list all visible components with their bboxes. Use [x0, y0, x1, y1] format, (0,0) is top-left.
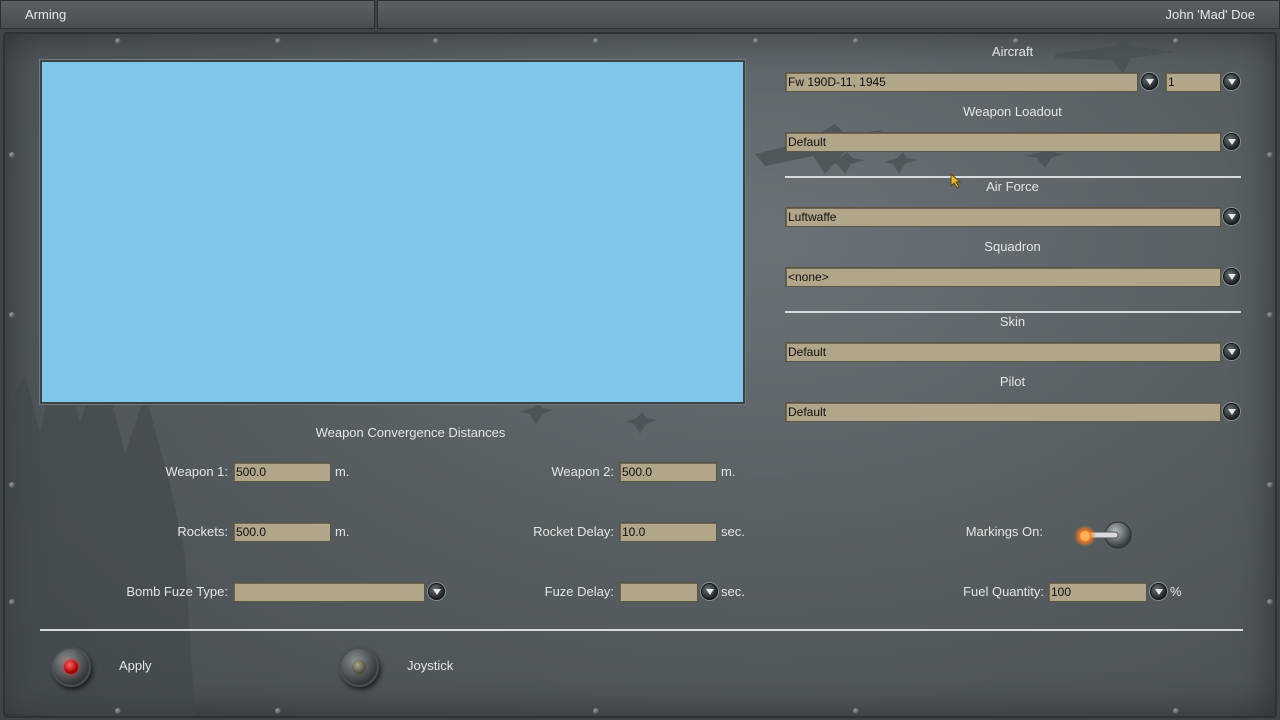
aircraft-preview [40, 60, 745, 404]
squadron-dropdown-icon[interactable] [1223, 268, 1240, 285]
user-name: John 'Mad' Doe [377, 0, 1280, 29]
rocket-delay-unit: sec. [721, 524, 745, 539]
pilot-dropdown-icon[interactable] [1223, 403, 1240, 420]
squadron-select[interactable]: <none> [785, 267, 1221, 287]
rocket-delay-label: Rocket Delay: [533, 524, 614, 539]
skin-select[interactable]: Default [785, 342, 1221, 362]
rockets-label: Rockets: [177, 524, 228, 539]
aircraft-count-dropdown-icon[interactable] [1223, 73, 1240, 90]
fuel-select[interactable]: 100 [1048, 582, 1147, 602]
joystick-lamp-icon [352, 660, 366, 674]
weapon-loadout-dropdown-icon[interactable] [1223, 133, 1240, 150]
rocket-delay-input[interactable]: 10.0 [619, 522, 717, 542]
aircraft-select[interactable]: Fw 190D-11, 1945 [785, 72, 1138, 92]
bomb-fuze-label: Bomb Fuze Type: [126, 584, 228, 599]
skin-dropdown-icon[interactable] [1223, 343, 1240, 360]
bomb-fuze-dropdown-icon[interactable] [428, 583, 445, 600]
air-force-select[interactable]: Luftwaffe [785, 207, 1221, 227]
fuel-unit: % [1170, 584, 1182, 599]
apply-button[interactable] [51, 647, 91, 687]
rockets-unit: m. [335, 524, 350, 539]
fuel-dropdown-icon[interactable] [1150, 583, 1167, 600]
title-bar: Arming John 'Mad' Doe [0, 0, 1280, 30]
joystick-button[interactable] [339, 647, 379, 687]
aircraft-dropdown-icon[interactable] [1141, 73, 1158, 90]
joystick-label[interactable]: Joystick [407, 658, 453, 673]
mouse-cursor-icon [950, 173, 962, 189]
rockets-input[interactable]: 500.0 [233, 522, 331, 542]
apply-label[interactable]: Apply [119, 658, 152, 673]
section-title: Arming [0, 0, 375, 29]
skin-label: Skin [999, 314, 1026, 329]
convergence-title: Weapon Convergence Distances [315, 425, 506, 440]
apply-lamp-icon [64, 660, 78, 674]
fuze-delay-dropdown-icon[interactable] [701, 583, 718, 600]
weapon2-unit: m. [721, 464, 736, 479]
bomb-fuze-select[interactable] [233, 582, 425, 602]
fuze-delay-select[interactable] [619, 582, 698, 602]
weapon2-input[interactable]: 500.0 [619, 462, 717, 482]
weapon1-unit: m. [335, 464, 350, 479]
weapon-loadout-label: Weapon Loadout [963, 104, 1062, 119]
divider [785, 311, 1241, 313]
air-force-dropdown-icon[interactable] [1223, 208, 1240, 225]
divider [785, 176, 1241, 178]
pilot-select[interactable]: Default [785, 402, 1221, 422]
markings-toggle[interactable] [1070, 519, 1134, 551]
weapon1-input[interactable]: 500.0 [233, 462, 331, 482]
fuze-delay-unit: sec. [721, 584, 745, 599]
markings-label: Markings On: [965, 524, 1043, 539]
fuel-label: Fuel Quantity: [963, 584, 1044, 599]
weapon-loadout-select[interactable]: Default [785, 132, 1221, 152]
divider [40, 629, 1243, 631]
weapon1-label: Weapon 1: [165, 464, 228, 479]
weapon2-label: Weapon 2: [551, 464, 614, 479]
squadron-label: Squadron [984, 239, 1041, 254]
air-force-label: Air Force [986, 179, 1039, 194]
aircraft-label: Aircraft [991, 44, 1034, 59]
pilot-label: Pilot [999, 374, 1026, 389]
aircraft-count-select[interactable]: 1 [1165, 72, 1221, 92]
fuze-delay-label: Fuze Delay: [544, 584, 614, 599]
